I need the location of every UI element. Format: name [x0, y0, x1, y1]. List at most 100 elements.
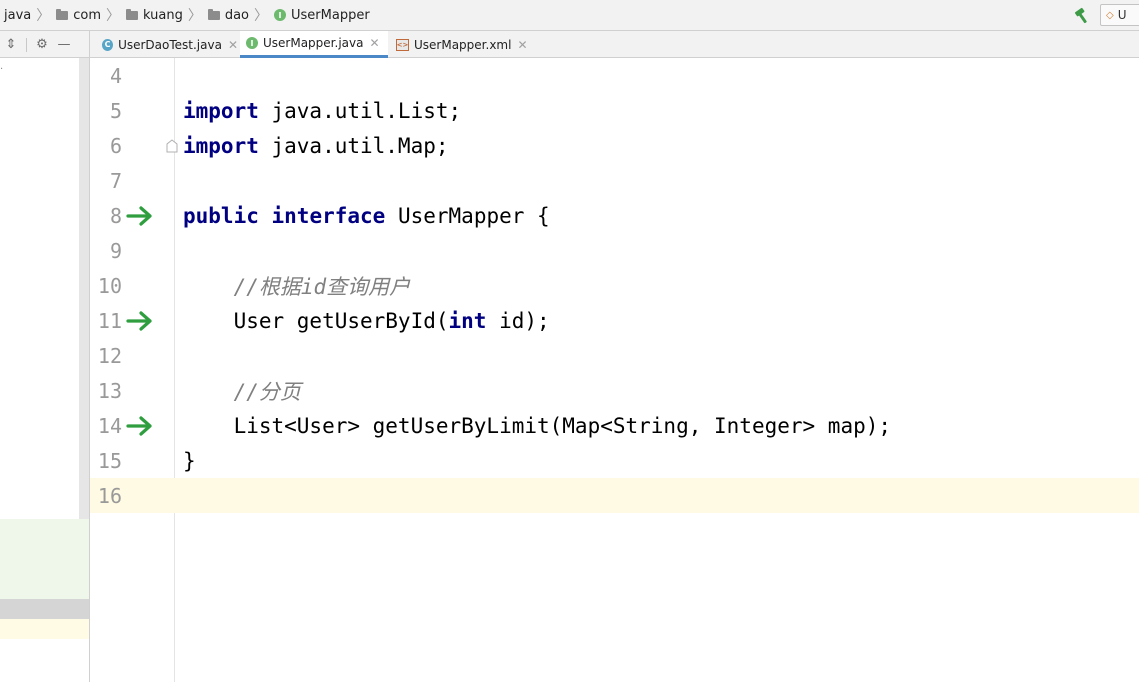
line-number: 10: [97, 273, 122, 298]
code-line[interactable]: 4: [90, 58, 1139, 93]
line-number: 5: [109, 98, 122, 123]
class-icon: C: [102, 38, 114, 51]
code-line[interactable]: 6 import java.util.Map;: [90, 128, 1139, 163]
breadcrumb-item-java[interactable]: java: [0, 0, 31, 30]
line-number: 14: [97, 413, 122, 438]
code-line[interactable]: 16: [90, 478, 1139, 513]
code-line[interactable]: 14 List<User> getUserByLimit(Map<String,…: [90, 408, 1139, 443]
line-number: 8: [109, 203, 122, 228]
line-number: 11: [97, 308, 122, 333]
fold-icon[interactable]: [166, 139, 178, 153]
line-number: 7: [109, 168, 122, 193]
breadcrumb-chevron-icon: 〉: [187, 8, 202, 24]
code-line[interactable]: 8 public interface UserMapper {: [90, 198, 1139, 233]
code-editor[interactable]: 4 5 import java.util.List; 6 import java.uti…: [90, 58, 1139, 682]
code-token: UserMapper {: [385, 203, 550, 228]
code-text: //分页: [175, 376, 301, 406]
tab-label: UserMapper.xml: [414, 37, 512, 52]
close-icon[interactable]: ✕: [369, 36, 379, 50]
project-panel: ·: [0, 58, 90, 682]
code-line[interactable]: 5 import java.util.List;: [90, 93, 1139, 128]
code-token: }: [183, 448, 196, 473]
tab-usermapper-xml[interactable]: <> UserMapper.xml ✕: [390, 31, 530, 58]
breadcrumb-item-com[interactable]: com: [56, 0, 101, 30]
code-comment: //分页: [233, 379, 301, 404]
folder-icon: [126, 8, 139, 20]
breadcrumb-chevron-icon: 〉: [254, 8, 269, 24]
code-token: java.util.Map;: [258, 133, 449, 158]
gutter-cell: [122, 163, 175, 198]
xml-icon: <>: [396, 38, 409, 51]
close-icon[interactable]: ✕: [228, 38, 238, 52]
line-number: 12: [97, 343, 122, 368]
interface-icon: I: [246, 37, 258, 49]
tree-marker: ·: [0, 64, 4, 75]
code-token: User getUserById(: [183, 308, 449, 333]
collapse-icon[interactable]: ⇕: [0, 37, 22, 52]
code-line[interactable]: 7: [90, 163, 1139, 198]
code-line[interactable]: 9: [90, 233, 1139, 268]
breadcrumb-item-kuang[interactable]: kuang: [126, 0, 183, 30]
gutter-cell: [122, 233, 175, 268]
gear-icon[interactable]: ⚙: [31, 37, 53, 52]
implementation-arrow-icon[interactable]: [126, 205, 154, 227]
close-icon[interactable]: ✕: [517, 38, 527, 52]
gutter-cell: [122, 128, 178, 163]
code-text: import java.util.Map;: [175, 134, 449, 158]
tab-label: UserMapper.java: [263, 36, 364, 50]
code-text: User getUserById(int id);: [175, 309, 550, 333]
gutter-cell: [122, 58, 175, 93]
project-scrollbar[interactable]: [79, 58, 89, 555]
project-panel-toolbar: ⇕ ⚙ —: [0, 31, 90, 58]
breadcrumb-label: java: [4, 7, 32, 23]
gutter-cell: [122, 303, 175, 338]
code-line[interactable]: 11 User getUserById(int id);: [90, 303, 1139, 338]
code-token: List<User> getUserByLimit(Map<String, In…: [183, 413, 892, 438]
code-line[interactable]: 10 //根据id查询用户: [90, 268, 1139, 303]
hammer-icon[interactable]: [1073, 7, 1091, 25]
code-keyword: import: [183, 133, 259, 158]
editor-tab-bar: ⇕ ⚙ — C UserDaoTest.java ✕ I UserMapper.…: [0, 31, 1139, 58]
gutter-cell: [122, 93, 175, 128]
gutter-cell: [122, 373, 175, 408]
code-keyword: int: [448, 308, 487, 333]
code-line[interactable]: 13 //分页: [90, 373, 1139, 408]
breadcrumb-label: com: [73, 7, 102, 23]
folder-icon: [207, 8, 220, 20]
line-number: 16: [97, 483, 122, 508]
code-text: //根据id查询用户: [175, 271, 411, 301]
code-keyword: import: [183, 98, 259, 123]
code-text: List<User> getUserByLimit(Map<String, In…: [175, 414, 891, 438]
breadcrumb-item-usermapper[interactable]: I UserMapper: [274, 0, 370, 30]
gutter-cell: [122, 268, 175, 303]
code-token: id);: [486, 308, 550, 333]
tree-row-current[interactable]: [0, 619, 89, 639]
run-config-label: U: [1117, 8, 1127, 22]
gutter-cell: [122, 198, 175, 233]
tree-row-highlight[interactable]: [0, 519, 89, 599]
gutter-cell: [122, 408, 175, 443]
breadcrumb-chevron-icon: 〉: [36, 8, 51, 24]
tab-usermapper-java[interactable]: I UserMapper.java ✕: [240, 31, 388, 58]
toolbar-divider: [26, 37, 27, 52]
breadcrumb-item-dao[interactable]: dao: [207, 0, 249, 30]
code-keyword: interface: [271, 203, 386, 228]
navigation-breadcrumb: java 〉 com 〉 kuang 〉 dao 〉 I UserMapper …: [0, 0, 1139, 31]
gutter-cell: [122, 478, 175, 513]
code-line[interactable]: 12: [90, 338, 1139, 373]
implementation-arrow-icon[interactable]: [126, 310, 154, 332]
line-number: 15: [97, 448, 122, 473]
code-token: java.util.List;: [258, 98, 462, 123]
line-number: 9: [109, 238, 122, 263]
run-configuration-selector[interactable]: ◇ U: [1100, 4, 1139, 26]
tab-label: UserDaoTest.java: [118, 37, 222, 52]
line-number: 13: [97, 378, 122, 403]
code-line[interactable]: 15}: [90, 443, 1139, 478]
minimize-icon[interactable]: —: [53, 37, 75, 52]
code-text: }: [175, 449, 196, 473]
tree-row-selected[interactable]: [0, 599, 89, 619]
implementation-arrow-icon[interactable]: [126, 415, 154, 437]
breadcrumb-chevron-icon: 〉: [106, 8, 121, 24]
tab-userdaotest[interactable]: C UserDaoTest.java ✕: [96, 31, 238, 58]
